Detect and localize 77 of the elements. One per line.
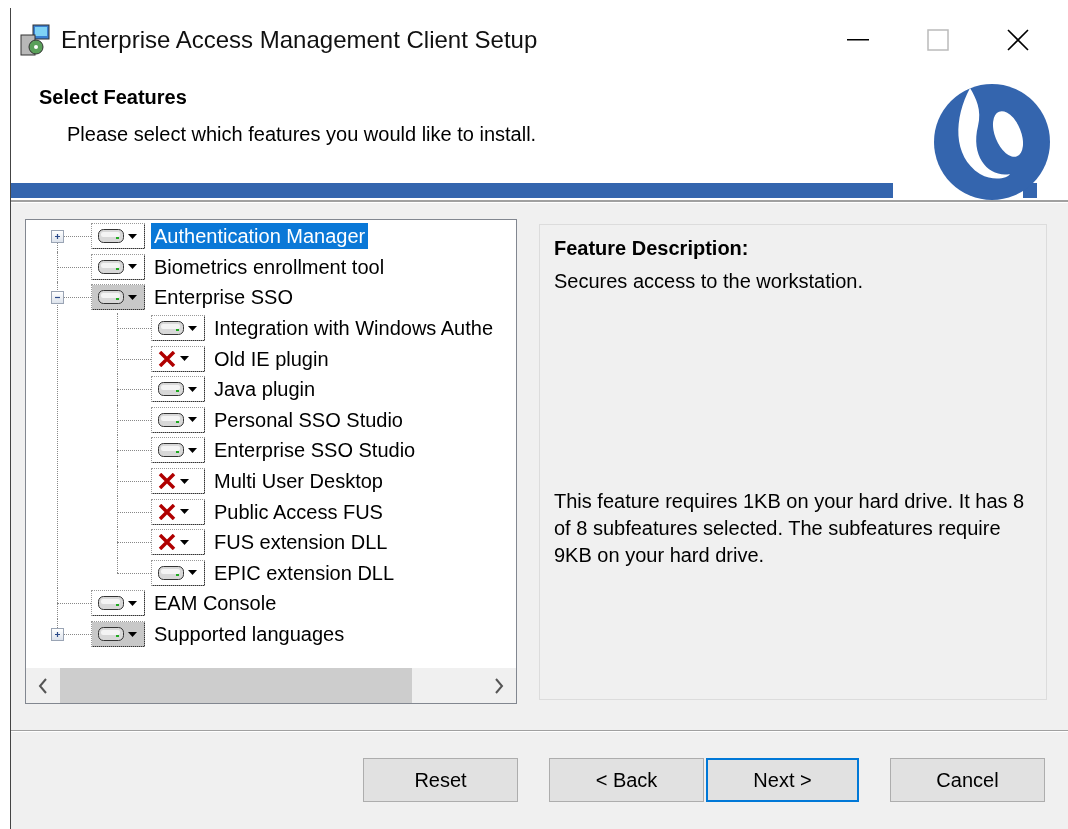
scroll-right-icon[interactable] — [494, 677, 504, 694]
close-icon — [1006, 28, 1030, 52]
feature-state-dropdown[interactable] — [151, 345, 205, 372]
feature-state-dropdown[interactable] — [91, 223, 145, 250]
description-title: Feature Description: — [554, 237, 750, 260]
tree-item-label[interactable]: Authentication Manager — [151, 223, 369, 250]
cross-icon — [158, 473, 176, 490]
caret-icon — [180, 478, 189, 484]
feature-state-dropdown[interactable] — [91, 621, 145, 647]
feature-state-dropdown[interactable] — [151, 468, 205, 495]
caret-icon — [128, 264, 137, 270]
cross-icon — [158, 534, 176, 551]
feature-state-dropdown[interactable] — [151, 406, 205, 433]
plus-icon — [52, 629, 63, 640]
tree-toggle[interactable] — [51, 628, 64, 641]
tree-item-label[interactable]: Integration with Windows Authe — [211, 315, 497, 342]
tree-item-label[interactable]: Enterprise SSO Studio — [211, 437, 419, 464]
tree-item-label[interactable]: Java plugin — [211, 376, 319, 403]
drive-icon — [158, 321, 184, 336]
feature-state-dropdown[interactable] — [91, 590, 145, 617]
drive-icon — [98, 259, 124, 274]
caret-icon — [128, 295, 137, 300]
window-title: Enterprise Access Management Client Setup — [61, 26, 539, 54]
caret-icon — [128, 600, 137, 606]
feature-state-dropdown[interactable] — [151, 315, 205, 342]
drive-icon — [158, 443, 184, 458]
tree-toggle[interactable] — [51, 291, 64, 305]
drive-icon — [158, 565, 184, 580]
maximize-icon — [927, 29, 949, 51]
dialog-button[interactable]: Reset — [363, 758, 518, 802]
cross-icon — [158, 503, 176, 520]
dialog-button[interactable]: Cancel — [890, 758, 1045, 802]
tree-item-label[interactable]: Supported languages — [151, 621, 348, 647]
feature-state-dropdown[interactable] — [151, 437, 205, 464]
caret-icon — [128, 631, 137, 637]
disk-space-text: This feature requires 1KB on your hard drive. It has 8 of 8 subfeatures selected. The subfeatures require 9KB on your hard drive. — [554, 489, 1026, 568]
tree-item-label[interactable]: Public Access FUS — [211, 498, 386, 525]
feature-state-dropdown[interactable] — [151, 498, 205, 525]
dialog-button[interactable]: < Back — [549, 758, 704, 802]
feature-state-dropdown[interactable] — [151, 559, 205, 586]
cross-icon — [158, 350, 176, 367]
drive-icon — [98, 627, 124, 641]
dialog-button[interactable]: Next > — [706, 758, 859, 802]
horizontal-scrollbar[interactable] — [26, 668, 516, 703]
page-subtitle: Please select which features you would like to install. — [67, 123, 538, 146]
scroll-left-icon[interactable] — [38, 677, 48, 694]
tree-item-label[interactable]: Enterprise SSO — [151, 284, 296, 311]
drive-icon — [158, 412, 184, 427]
drive-icon — [158, 382, 184, 397]
caret-icon — [188, 447, 197, 453]
caret-icon — [188, 570, 197, 576]
tree-item-label[interactable]: EPIC extension DLL — [211, 559, 398, 586]
feature-state-dropdown[interactable] — [151, 376, 205, 403]
caret-icon — [180, 356, 189, 362]
drive-icon — [98, 290, 124, 305]
tree-item-label[interactable]: EAM Console — [151, 590, 280, 617]
feature-state-dropdown[interactable] — [91, 284, 145, 311]
drive-icon — [98, 229, 124, 244]
tree-toggle[interactable] — [51, 230, 64, 244]
feature-state-dropdown[interactable] — [151, 529, 205, 556]
page-title: Select Features — [39, 86, 188, 109]
caret-icon — [128, 233, 137, 239]
caret-icon — [180, 509, 189, 515]
minimize-icon — [847, 39, 869, 41]
caret-icon — [180, 539, 189, 545]
caret-icon — [188, 386, 197, 392]
tree-item-label[interactable]: Biometrics enrollment tool — [151, 253, 388, 280]
installer-icon — [17, 23, 53, 57]
tree-item-label[interactable]: Personal SSO Studio — [211, 406, 406, 433]
drive-icon — [98, 596, 124, 611]
tree-item-label[interactable]: FUS extension DLL — [211, 529, 391, 556]
feature-state-dropdown[interactable] — [91, 253, 145, 280]
tree-item-label[interactable]: Old IE plugin — [211, 345, 332, 372]
caret-icon — [188, 417, 197, 423]
tree-item-label[interactable]: Multi User Desktop — [211, 468, 386, 495]
caret-icon — [188, 325, 197, 331]
description-text: Secures access to the workstation. — [554, 270, 865, 293]
